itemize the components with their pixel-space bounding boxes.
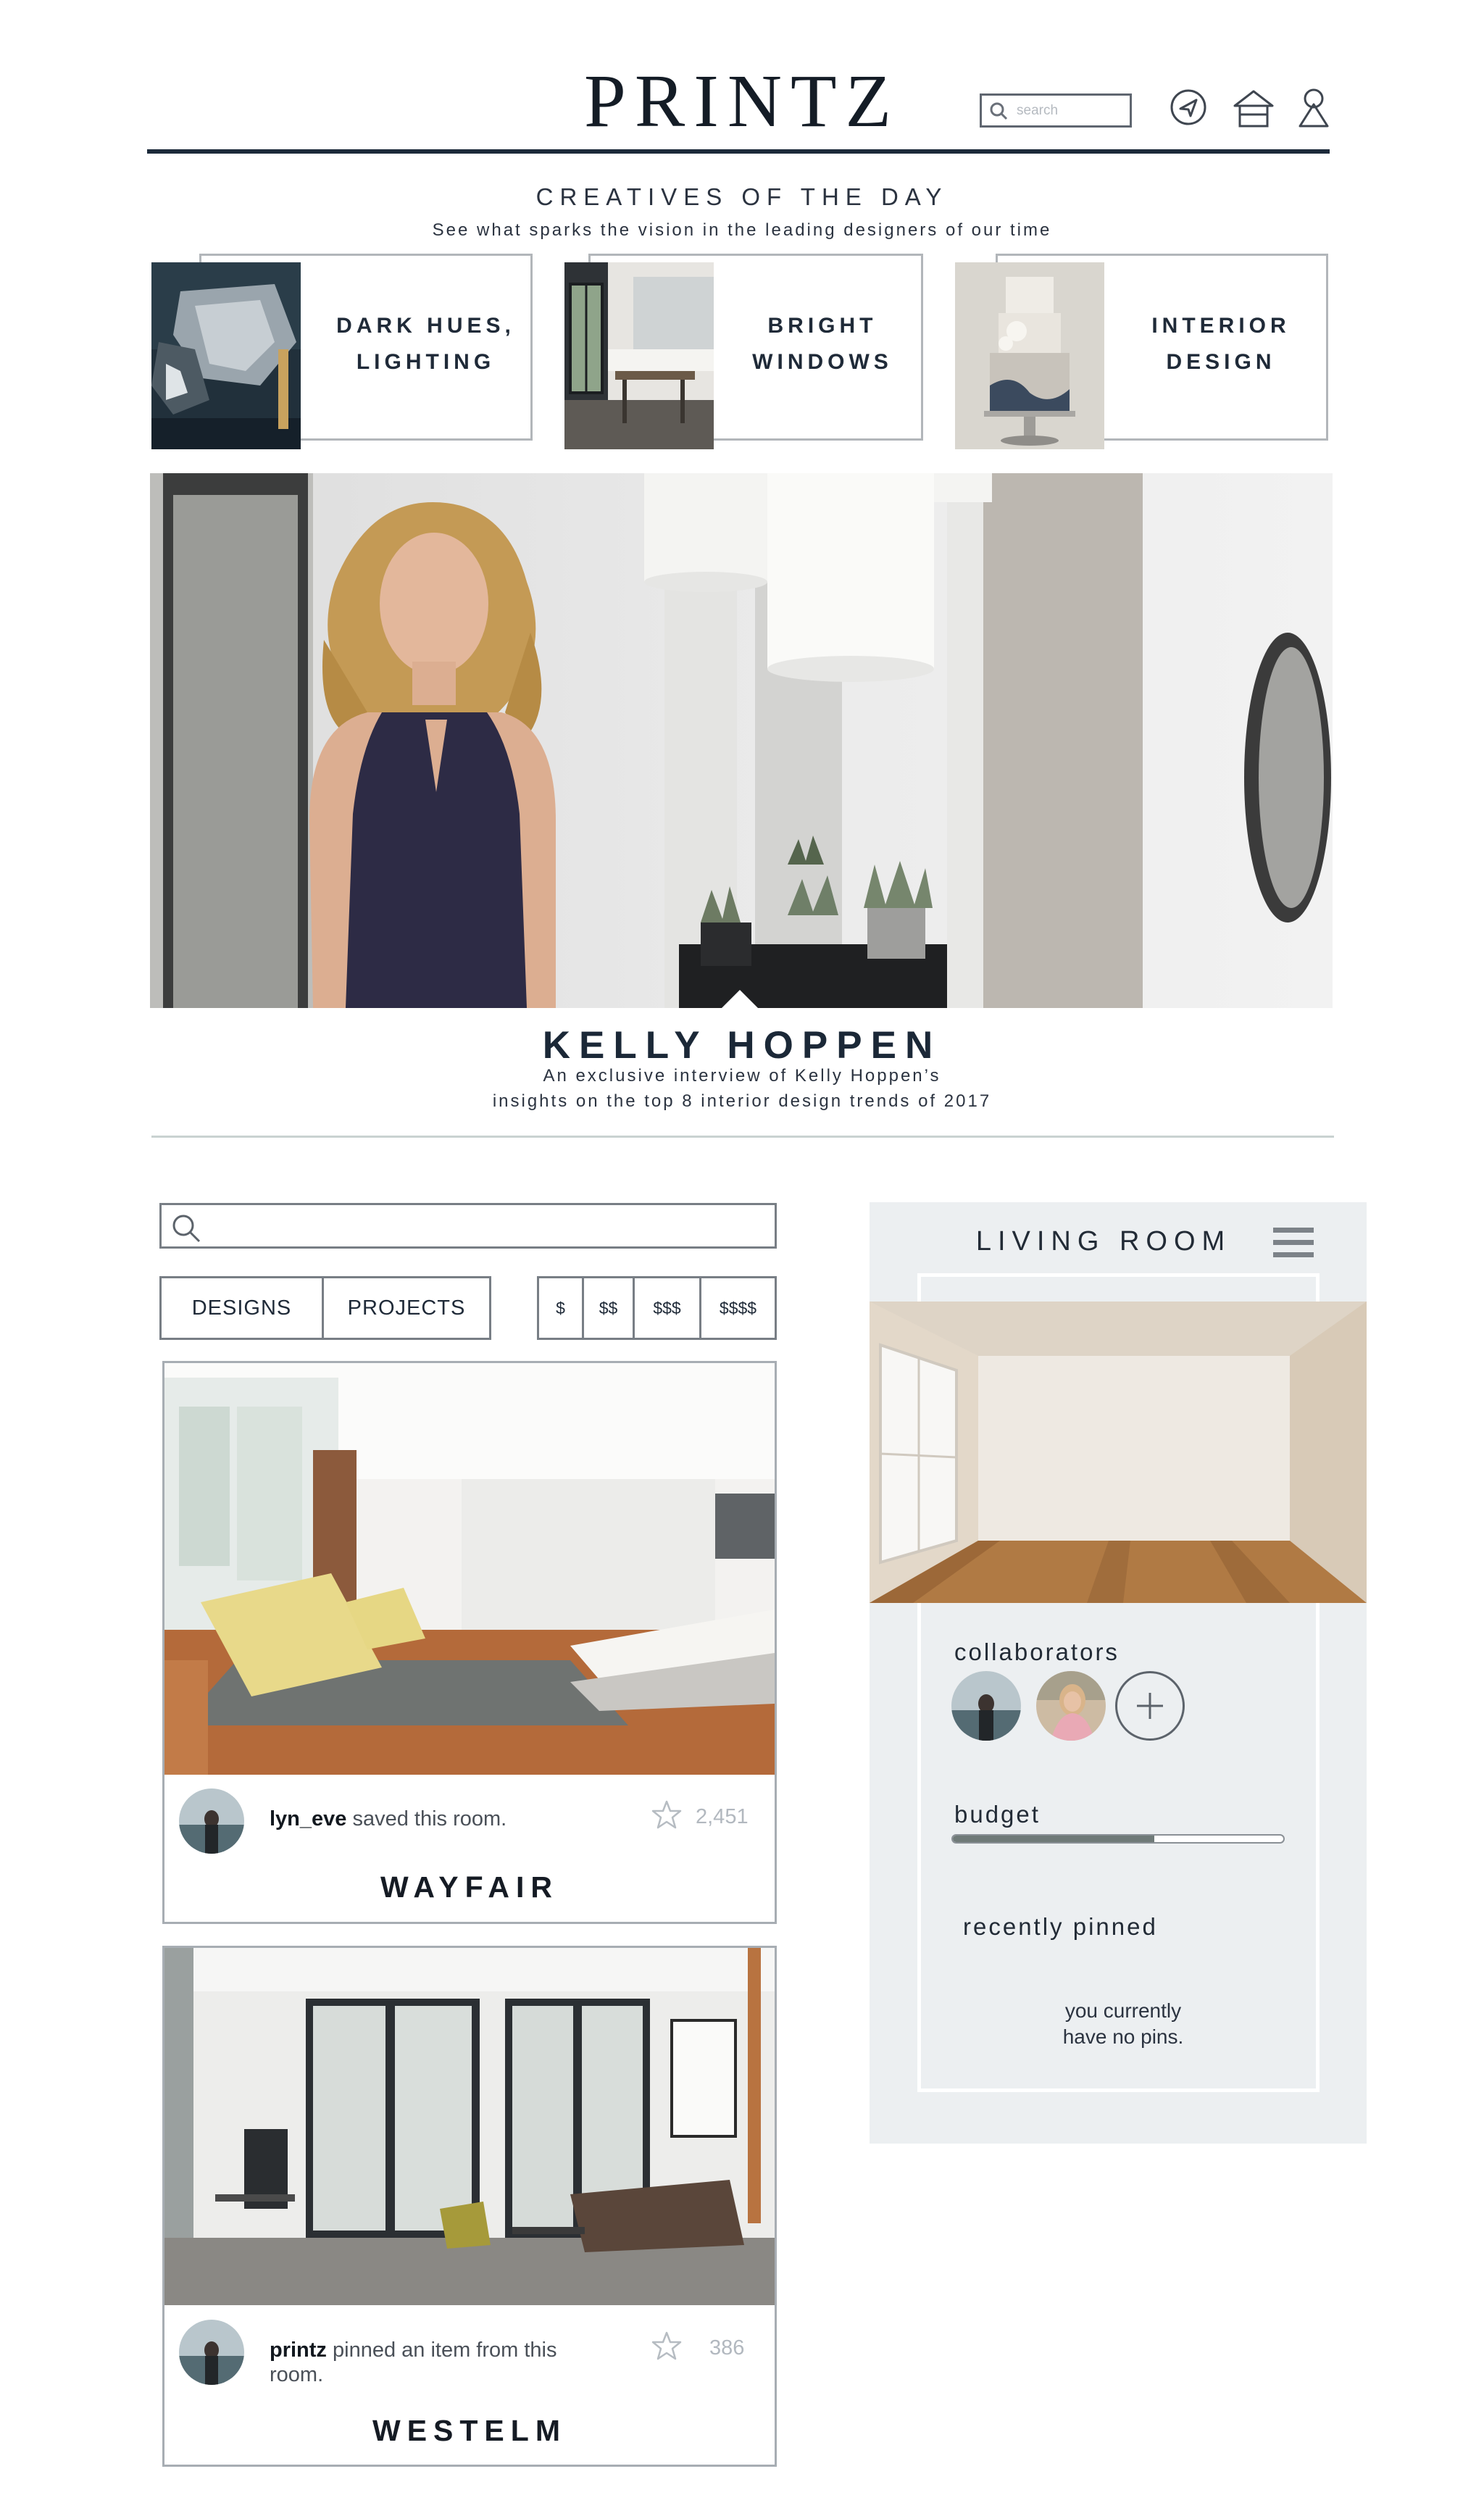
- card-label-line2: DESIGN: [1166, 350, 1276, 374]
- price-2-button[interactable]: $$: [584, 1278, 635, 1338]
- section-title: CREATIVES OF THE DAY: [535, 183, 949, 210]
- section-subtitle: See what sparks the vision in the leadin…: [432, 220, 1052, 240]
- creative-card-image[interactable]: [564, 262, 714, 449]
- type-filter: DESIGNS PROJECTS: [159, 1276, 491, 1340]
- creative-card-image[interactable]: [955, 262, 1104, 449]
- post-activity: printz pinned an item from this room.: [270, 2338, 596, 2387]
- post-image[interactable]: [164, 1948, 775, 2305]
- filter-designs-button[interactable]: DESIGNS: [162, 1278, 324, 1338]
- star-icon[interactable]: [651, 2331, 682, 2361]
- post-username[interactable]: printz: [270, 2339, 327, 2362]
- add-collaborator-button[interactable]: [1115, 1671, 1185, 1741]
- search-icon: [172, 1215, 201, 1243]
- budget-progress-bar[interactable]: [951, 1834, 1285, 1844]
- price-1-button[interactable]: $: [539, 1278, 584, 1338]
- design-search-input[interactable]: [159, 1203, 777, 1249]
- hero-image[interactable]: [150, 473, 1333, 1008]
- profile-icon[interactable]: [1296, 87, 1332, 129]
- section-divider: [151, 1136, 1334, 1138]
- home-icon[interactable]: [1230, 87, 1277, 129]
- price-4-button[interactable]: $$$$: [701, 1278, 775, 1338]
- creative-card-label: BRIGHT WINDOWS: [725, 308, 920, 380]
- header-divider: [147, 149, 1330, 154]
- budget-progress-fill: [953, 1836, 1155, 1842]
- empty-pins-line2: have no pins.: [1062, 2025, 1184, 2048]
- empty-pins-message: you currently have no pins.: [1014, 1998, 1232, 2050]
- hero-subtitle-line2: insights on the top 8 interior design tr…: [492, 1091, 992, 1111]
- creative-card-image[interactable]: [151, 262, 301, 449]
- post-brand[interactable]: WAYFAIR: [164, 1870, 775, 1904]
- empty-pins-line1: you currently: [1064, 1999, 1182, 2022]
- post-action-text: saved this room.: [346, 1807, 507, 1831]
- filter-projects-button[interactable]: PROJECTS: [324, 1278, 489, 1338]
- price-3-button[interactable]: $$$: [635, 1278, 701, 1338]
- collaborators-label: collaborators: [954, 1638, 1120, 1665]
- hero-title[interactable]: KELLY HOPPEN: [0, 1023, 1484, 1067]
- post-username[interactable]: lyn_eve: [270, 1807, 346, 1831]
- save-count: 2,451: [696, 1805, 749, 1828]
- plus-icon: [1137, 1693, 1163, 1719]
- hamburger-menu-icon[interactable]: [1273, 1225, 1314, 1261]
- avatar[interactable]: [179, 1788, 244, 1854]
- price-filter: $ $$ $$$ $$$$: [537, 1276, 777, 1340]
- send-icon[interactable]: [1168, 87, 1209, 128]
- search-icon: [990, 102, 1008, 120]
- star-icon[interactable]: [651, 1799, 682, 1830]
- creative-card-label: INTERIOR DESIGN: [1116, 308, 1326, 380]
- post-brand[interactable]: WESTELM: [164, 2414, 775, 2448]
- card-label-line2: LIGHTING: [356, 350, 496, 374]
- hero-pointer: [721, 990, 759, 1009]
- budget-label: budget: [954, 1801, 1041, 1828]
- post-activity: lyn_eve saved this room.: [270, 1807, 632, 1831]
- recently-pinned-label: recently pinned: [963, 1913, 1158, 1940]
- header-search-input[interactable]: search: [980, 93, 1132, 128]
- post-card[interactable]: lyn_eve saved this room. 2,451 WAYFAIR: [162, 1361, 777, 1924]
- board-cover-image[interactable]: [870, 1302, 1367, 1603]
- creative-card-label: DARK HUES, LIGHTING: [319, 308, 533, 380]
- post-card[interactable]: printz pinned an item from this room. 38…: [162, 1946, 777, 2467]
- post-image[interactable]: [164, 1363, 775, 1775]
- card-label-line1: INTERIOR: [1151, 314, 1291, 338]
- card-label-line1: BRIGHT: [767, 314, 878, 338]
- card-label-line2: WINDOWS: [752, 350, 893, 374]
- collaborator-avatar[interactable]: [1036, 1671, 1106, 1741]
- hero-subtitle-line1: An exclusive interview of Kelly Hoppen’s: [543, 1066, 941, 1086]
- save-count: 386: [709, 2336, 745, 2360]
- card-label-line1: DARK HUES,: [336, 314, 515, 338]
- header-search-placeholder: search: [1017, 103, 1059, 118]
- avatar[interactable]: [179, 2320, 244, 2385]
- collaborator-avatar[interactable]: [951, 1671, 1021, 1741]
